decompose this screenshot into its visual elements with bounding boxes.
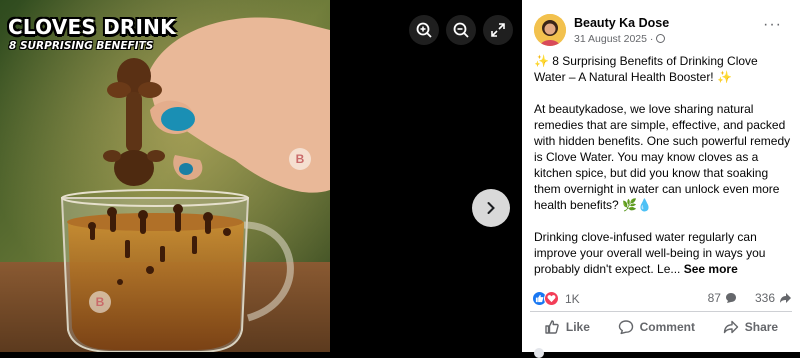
post-title-line: ✨ 8 Surprising Benefits of Drinking Clov… [534, 54, 758, 84]
avatar-image [534, 14, 566, 46]
share-icon [723, 320, 738, 334]
overlay-title: CLOVES DRINK [8, 15, 176, 39]
fullscreen-button[interactable] [483, 15, 513, 45]
share-label: Share [744, 320, 779, 334]
comment-button[interactable]: Comment [618, 316, 695, 335]
reaction-count: 1K [565, 291, 580, 306]
watermark-logo: B [289, 148, 311, 170]
thumbs-up-icon [545, 320, 559, 334]
post-stats: 1K 87 336 [532, 291, 792, 309]
media-viewer: CLOVES DRINK 8 SURPRISING BENEFITS B B [0, 0, 522, 352]
fullscreen-icon [491, 23, 505, 37]
post-photo: CLOVES DRINK 8 SURPRISING BENEFITS B B [0, 0, 330, 352]
next-photo-button[interactable] [472, 189, 510, 227]
chevron-right-icon [487, 202, 495, 214]
love-reaction-icon [544, 291, 559, 306]
avatar[interactable] [534, 14, 566, 46]
post-header: Beauty Ka Dose 31 August 2025 · ··· [534, 14, 792, 50]
comment-count[interactable]: 87 [708, 291, 721, 305]
post-actions: Like Comment Share [530, 311, 792, 339]
post-date-text: 31 August 2025 · [574, 33, 654, 45]
see-more-link[interactable]: See more [684, 262, 738, 276]
zoom-in-icon [416, 22, 432, 38]
like-label: Like [565, 320, 590, 334]
post-date[interactable]: 31 August 2025 · [574, 33, 666, 45]
watermark-logo: B [89, 291, 111, 313]
comment-label: Comment [639, 320, 695, 334]
like-button[interactable]: Like [544, 316, 590, 335]
share-button[interactable]: Share [723, 316, 778, 335]
comment-bubble-icon [725, 293, 736, 303]
comment-avatar-peek [534, 348, 544, 358]
overlay-subtitle: 8 SURPRISING BENEFITS [9, 40, 154, 52]
zoom-in-button[interactable] [409, 15, 439, 45]
clove-tea-image [0, 0, 330, 352]
globe-icon [656, 34, 666, 43]
zoom-out-button[interactable] [446, 15, 476, 45]
post-paragraph-1: At beautykadose, we love sharing natural… [534, 102, 791, 212]
post-text: ✨ 8 Surprising Benefits of Drinking Clov… [534, 53, 792, 293]
more-options-button[interactable]: ··· [763, 16, 782, 34]
post-panel: Beauty Ka Dose 31 August 2025 · ··· ✨ 8 … [522, 0, 800, 358]
zoom-out-icon [453, 22, 469, 38]
page-name[interactable]: Beauty Ka Dose [574, 16, 669, 30]
post-paragraph-2: Drinking clove-infused water regularly c… [534, 229, 792, 277]
comment-icon [618, 320, 633, 335]
engagement-counts: 87 336 [708, 291, 792, 305]
reactions-summary[interactable]: 1K [532, 291, 580, 306]
share-arrow-icon [780, 293, 791, 303]
share-count[interactable]: 336 [755, 291, 775, 305]
